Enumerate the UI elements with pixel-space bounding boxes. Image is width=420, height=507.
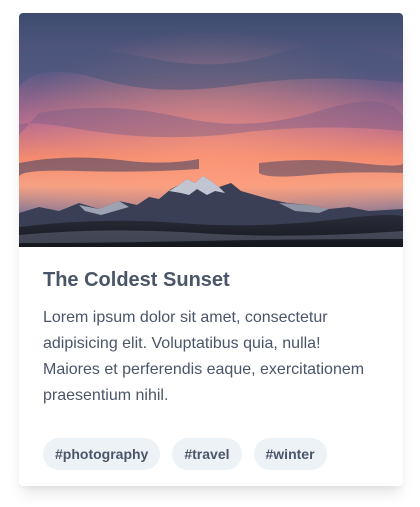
- tag-list: #photography #travel #winter: [43, 438, 327, 470]
- card-description: Lorem ipsum dolor sit amet, consectetur …: [43, 309, 365, 404]
- card-image: [19, 13, 403, 247]
- tag-winter[interactable]: #winter: [253, 438, 327, 470]
- card-body: The Coldest Sunset Lorem ipsum dolor sit…: [19, 247, 403, 409]
- tag-travel[interactable]: #travel: [172, 438, 242, 470]
- tag-photography[interactable]: #photography: [43, 438, 161, 470]
- card: The Coldest Sunset Lorem ipsum dolor sit…: [19, 13, 403, 486]
- card-title: The Coldest Sunset: [43, 269, 230, 291]
